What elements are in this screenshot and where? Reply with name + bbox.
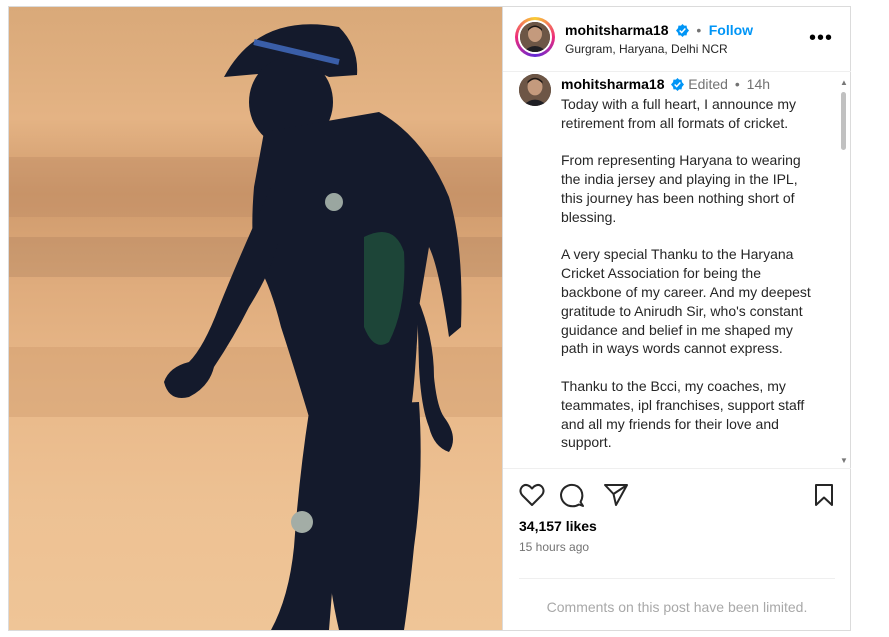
heart-icon[interactable] (519, 483, 545, 512)
avatar (520, 22, 550, 52)
header-user-line: mohitsharma18 • Follow (565, 22, 753, 42)
divider (519, 578, 835, 579)
action-bar (519, 483, 839, 509)
caption-username[interactable]: mohitsharma18 (561, 76, 664, 92)
post-photo (9, 7, 502, 630)
caption-scrollbar[interactable]: ▲ ▼ (839, 72, 849, 468)
follow-button[interactable]: Follow (709, 22, 753, 38)
verified-badge-icon (675, 24, 689, 42)
caption-paragraph: From representing Haryana to wearing the… (561, 152, 801, 225)
location-link[interactable]: Gurgram, Haryana, Delhi NCR (565, 42, 728, 56)
scroll-down-arrow-icon[interactable]: ▼ (840, 456, 848, 465)
username-link[interactable]: mohitsharma18 (565, 22, 668, 38)
post-header: mohitsharma18 • Follow Gurgram, Haryana,… (503, 7, 851, 72)
caption-header: mohitsharma18 Edited • 14h (561, 76, 770, 94)
post-timestamp: 15 hours ago (519, 540, 590, 554)
scroll-up-arrow-icon[interactable]: ▲ (840, 78, 848, 87)
story-avatar[interactable] (515, 17, 555, 57)
caption-scroll-area[interactable]: mohitsharma18 Edited • 14h Today with a … (503, 72, 851, 469)
bookmark-icon[interactable] (813, 483, 835, 512)
comments-limited-notice: Comments on this post have been limited. (546, 599, 808, 615)
caption-paragraph: A very special Thanku to the Haryana Cri… (561, 246, 811, 357)
separator-dot: • (696, 22, 702, 38)
edited-label: Edited (688, 76, 728, 92)
caption-paragraph: Thanku to the Bcci, my coaches, my teamm… (561, 377, 805, 451)
share-icon[interactable] (603, 483, 629, 512)
post-modal: mohitsharma18 • Follow Gurgram, Haryana,… (8, 6, 851, 631)
caption-paragraph: Today with a full heart, I announce my r… (561, 96, 797, 131)
more-options-icon[interactable]: ••• (809, 27, 833, 50)
caption-text: Today with a full heart, I announce my r… (561, 95, 821, 468)
caption-avatar[interactable] (519, 74, 551, 106)
post-details-panel: mohitsharma18 • Follow Gurgram, Haryana,… (502, 7, 851, 630)
scroll-thumb[interactable] (841, 92, 846, 150)
separator-dot: • (734, 76, 740, 92)
comment-icon[interactable] (559, 483, 585, 514)
post-time: 14h (746, 76, 771, 92)
likes-count[interactable]: 34,157 likes (519, 518, 597, 534)
verified-badge-icon (671, 78, 685, 94)
player-silhouette-image (9, 24, 502, 630)
